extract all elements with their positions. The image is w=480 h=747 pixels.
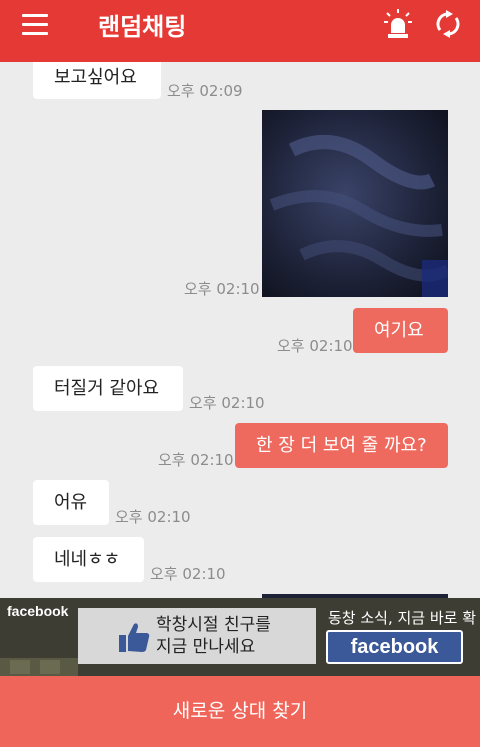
message-time: 오후 02:10 [158,451,234,469]
app-title: 랜덤채팅 [98,13,187,41]
incoming-message: 보고싶어요 [33,62,161,99]
incoming-photo[interactable] [262,110,448,297]
refresh-icon[interactable] [434,10,462,38]
incoming-message: 터질거 같아요 [33,366,183,411]
outgoing-message: 한 장 더 보여 줄 까요? [235,423,448,468]
incoming-message: 어유 [33,480,109,525]
menu-icon[interactable] [22,14,52,38]
thumbs-up-icon [119,623,150,652]
ad-line-2: 지금 만나세요 [156,637,256,657]
ad-line-1: 학창시절 친구를 [156,615,271,635]
ad-banner[interactable]: facebook 학창시절 친구를 지금 만나세요 동창 소식, 지금 바로 확… [0,598,480,676]
outgoing-message: 여기요 [353,308,448,353]
incoming-message: 네네ㅎㅎ [33,537,144,582]
facebook-button[interactable]: facebook [326,630,463,664]
facebook-logo: facebook [7,603,69,619]
chat-list[interactable]: 보고싶어요 오후 02:09 오후 02:10 여기요 오후 02:10 터질거… [0,62,480,598]
message-time: 오후 02:10 [277,337,353,355]
message-time: 오후 02:10 [150,565,226,583]
message-time: 오후 02:10 [115,508,191,526]
ad-message-board: 학창시절 친구를 지금 만나세요 [78,608,316,664]
chalkboard-decoration [0,658,78,676]
app-bar: 랜덤채팅 [0,0,480,62]
find-new-partner-button[interactable]: 새로운 상대 찾기 [0,676,480,747]
siren-icon[interactable] [383,8,413,40]
message-time: 오후 02:10 [189,394,265,412]
message-time: 오후 02:10 [184,280,260,298]
message-time: 오후 02:09 [167,82,243,100]
